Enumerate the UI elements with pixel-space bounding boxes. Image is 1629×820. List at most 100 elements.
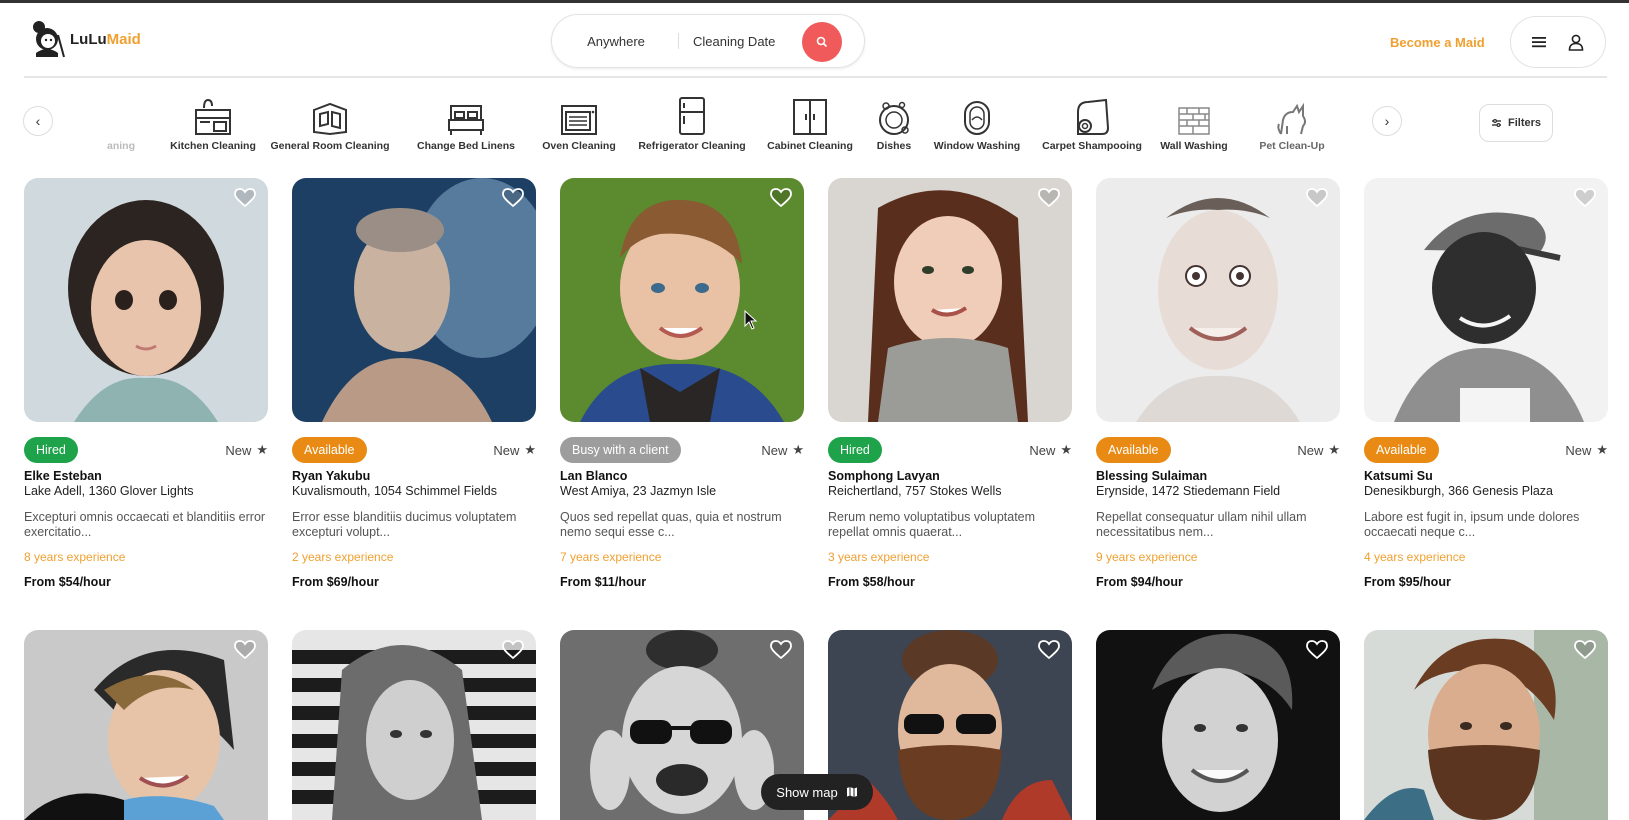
filters-label: Filters xyxy=(1507,117,1541,129)
room-icon xyxy=(270,90,390,136)
header-divider xyxy=(24,76,1607,78)
search-button[interactable] xyxy=(802,22,842,62)
category-bar: ‹ aning Kitchen Cleaning General Room Cl… xyxy=(0,90,1629,160)
maid-card[interactable]: Hired New ★ Elke Esteban Lake Adell, 1360… xyxy=(24,178,268,589)
heart-icon[interactable] xyxy=(1038,640,1060,660)
status-row: Busy with a client New ★ xyxy=(560,437,804,463)
status-row: Available New ★ xyxy=(1364,437,1608,463)
maid-photo xyxy=(24,178,268,422)
show-map-button[interactable]: Show map xyxy=(761,774,873,810)
heart-icon[interactable] xyxy=(1574,640,1596,660)
rating-tag: New ★ xyxy=(1029,442,1072,458)
status-badge: Available xyxy=(292,437,367,463)
rating-tag: New ★ xyxy=(1565,442,1608,458)
heart-icon[interactable] xyxy=(1038,188,1060,208)
star-icon: ★ xyxy=(1328,442,1340,457)
category-label: Change Bed Linens xyxy=(416,140,515,152)
map-icon xyxy=(846,787,857,797)
star-icon: ★ xyxy=(792,442,804,457)
category-next-button[interactable]: › xyxy=(1372,106,1402,136)
maid-photo xyxy=(560,178,804,422)
heart-icon[interactable] xyxy=(234,640,256,660)
maid-photo xyxy=(292,630,536,820)
category-track: aning Kitchen Cleaning General Room Clea… xyxy=(96,90,1356,160)
window-icon xyxy=(932,90,1022,136)
maid-address: Lake Adell, 1360 Glover Lights xyxy=(24,484,194,498)
category-label: General Room Cleaning xyxy=(270,140,390,152)
category-refrigerator-cleaning[interactable]: Refrigerator Cleaning xyxy=(632,90,752,152)
category-label: Wall Washing xyxy=(1160,140,1228,152)
logo-text-maid: Maid xyxy=(106,30,141,48)
category-kitchen-cleaning[interactable]: Kitchen Cleaning xyxy=(168,90,258,152)
maid-photo xyxy=(292,178,536,422)
menu-icon xyxy=(1532,37,1546,48)
heart-icon[interactable] xyxy=(234,188,256,208)
maid-card[interactable] xyxy=(1096,630,1340,820)
site-header: LuLuMaid Anywhere Cleaning Date Become a… xyxy=(0,3,1629,77)
maid-card[interactable]: Busy with a client New ★ Lan Blanco West … xyxy=(560,178,804,589)
star-icon: ★ xyxy=(256,442,268,457)
maid-experience: 8 years experience xyxy=(24,550,126,564)
category-carpet-shampooing[interactable]: Carpet Shampooing xyxy=(1040,90,1144,152)
rating-tag: New ★ xyxy=(1297,442,1340,458)
search-icon xyxy=(816,36,828,48)
maid-card[interactable] xyxy=(1364,630,1608,820)
status-row: Hired New ★ xyxy=(828,437,1072,463)
status-badge: Busy with a client xyxy=(560,437,681,463)
category-change-bed-linens[interactable]: Change Bed Linens xyxy=(408,90,524,152)
maid-card[interactable]: Available New ★ Blessing Sulaiman Erynsid… xyxy=(1096,178,1340,589)
maid-card[interactable]: Hired New ★ Somphong Lavyan Reichertland,… xyxy=(828,178,1072,589)
star-icon: ★ xyxy=(1060,442,1072,457)
maid-card[interactable]: Available New ★ Ryan Yakubu Kuvalismouth,… xyxy=(292,178,536,589)
category-dishes[interactable]: Dishes xyxy=(866,90,922,152)
rating-tag: New ★ xyxy=(225,442,268,458)
refrigerator-icon xyxy=(632,90,752,136)
category-pet-clean-up[interactable]: Pet Clean-Up xyxy=(1256,90,1328,152)
broom-icon xyxy=(96,90,146,136)
heart-icon[interactable] xyxy=(770,188,792,208)
maid-address: Erynside, 1472 Stiedemann Field xyxy=(1096,484,1281,498)
filters-button[interactable]: Filters xyxy=(1479,104,1553,142)
search-date-field[interactable]: Cleaning Date xyxy=(693,34,811,49)
search-divider xyxy=(678,33,679,49)
search-bar[interactable]: Anywhere Cleaning Date xyxy=(551,14,865,68)
category-deep-cleaning[interactable]: aning xyxy=(96,90,146,152)
logo[interactable]: LuLuMaid xyxy=(28,19,141,59)
category-cabinet-cleaning[interactable]: Cabinet Cleaning xyxy=(760,90,860,152)
heart-icon[interactable] xyxy=(770,640,792,660)
category-wall-washing[interactable]: Wall Washing xyxy=(1154,90,1234,152)
heart-icon[interactable] xyxy=(502,640,524,660)
maid-description: Quos sed repellat quas, quia et nostrum … xyxy=(560,510,782,539)
status-badge: Hired xyxy=(24,437,78,463)
maid-address: Kuvalismouth, 1054 Schimmel Fields xyxy=(292,484,497,498)
category-window-washing[interactable]: Window Washing xyxy=(932,90,1022,152)
category-oven-cleaning[interactable]: Oven Cleaning xyxy=(534,90,624,152)
maid-name: Lan Blanco xyxy=(560,469,628,483)
category-general-room-cleaning[interactable]: General Room Cleaning xyxy=(270,90,390,152)
maid-photo xyxy=(1096,630,1340,820)
maid-card[interactable] xyxy=(24,630,268,820)
user-icon xyxy=(1568,34,1584,51)
category-prev-button[interactable]: ‹ xyxy=(23,106,53,136)
maid-card[interactable] xyxy=(292,630,536,820)
maid-experience: 9 years experience xyxy=(1096,550,1198,564)
maid-photo xyxy=(24,630,268,820)
maid-description: Repellat consequatur ullam nihil ullam n… xyxy=(1096,510,1307,539)
show-map-label: Show map xyxy=(776,784,838,800)
heart-icon[interactable] xyxy=(1306,640,1328,660)
user-menu-button[interactable] xyxy=(1510,16,1606,68)
maid-logo-icon xyxy=(28,19,66,59)
status-badge: Available xyxy=(1096,437,1171,463)
heart-icon[interactable] xyxy=(1574,188,1596,208)
logo-text-lulu: LuLu xyxy=(70,30,107,48)
category-label: Refrigerator Cleaning xyxy=(638,140,746,152)
maid-description: Excepturi omnis occaecati et blanditiis … xyxy=(24,510,266,539)
maid-name: Ryan Yakubu xyxy=(292,469,371,483)
search-location-field[interactable]: Anywhere xyxy=(552,34,664,49)
maid-card[interactable]: Available New ★ Katsumi Su Denesikburgh, … xyxy=(1364,178,1608,589)
maid-photo xyxy=(1364,630,1608,820)
become-maid-link[interactable]: Become a Maid xyxy=(1390,35,1485,50)
heart-icon[interactable] xyxy=(502,188,524,208)
new-label: New xyxy=(761,442,788,458)
heart-icon[interactable] xyxy=(1306,188,1328,208)
